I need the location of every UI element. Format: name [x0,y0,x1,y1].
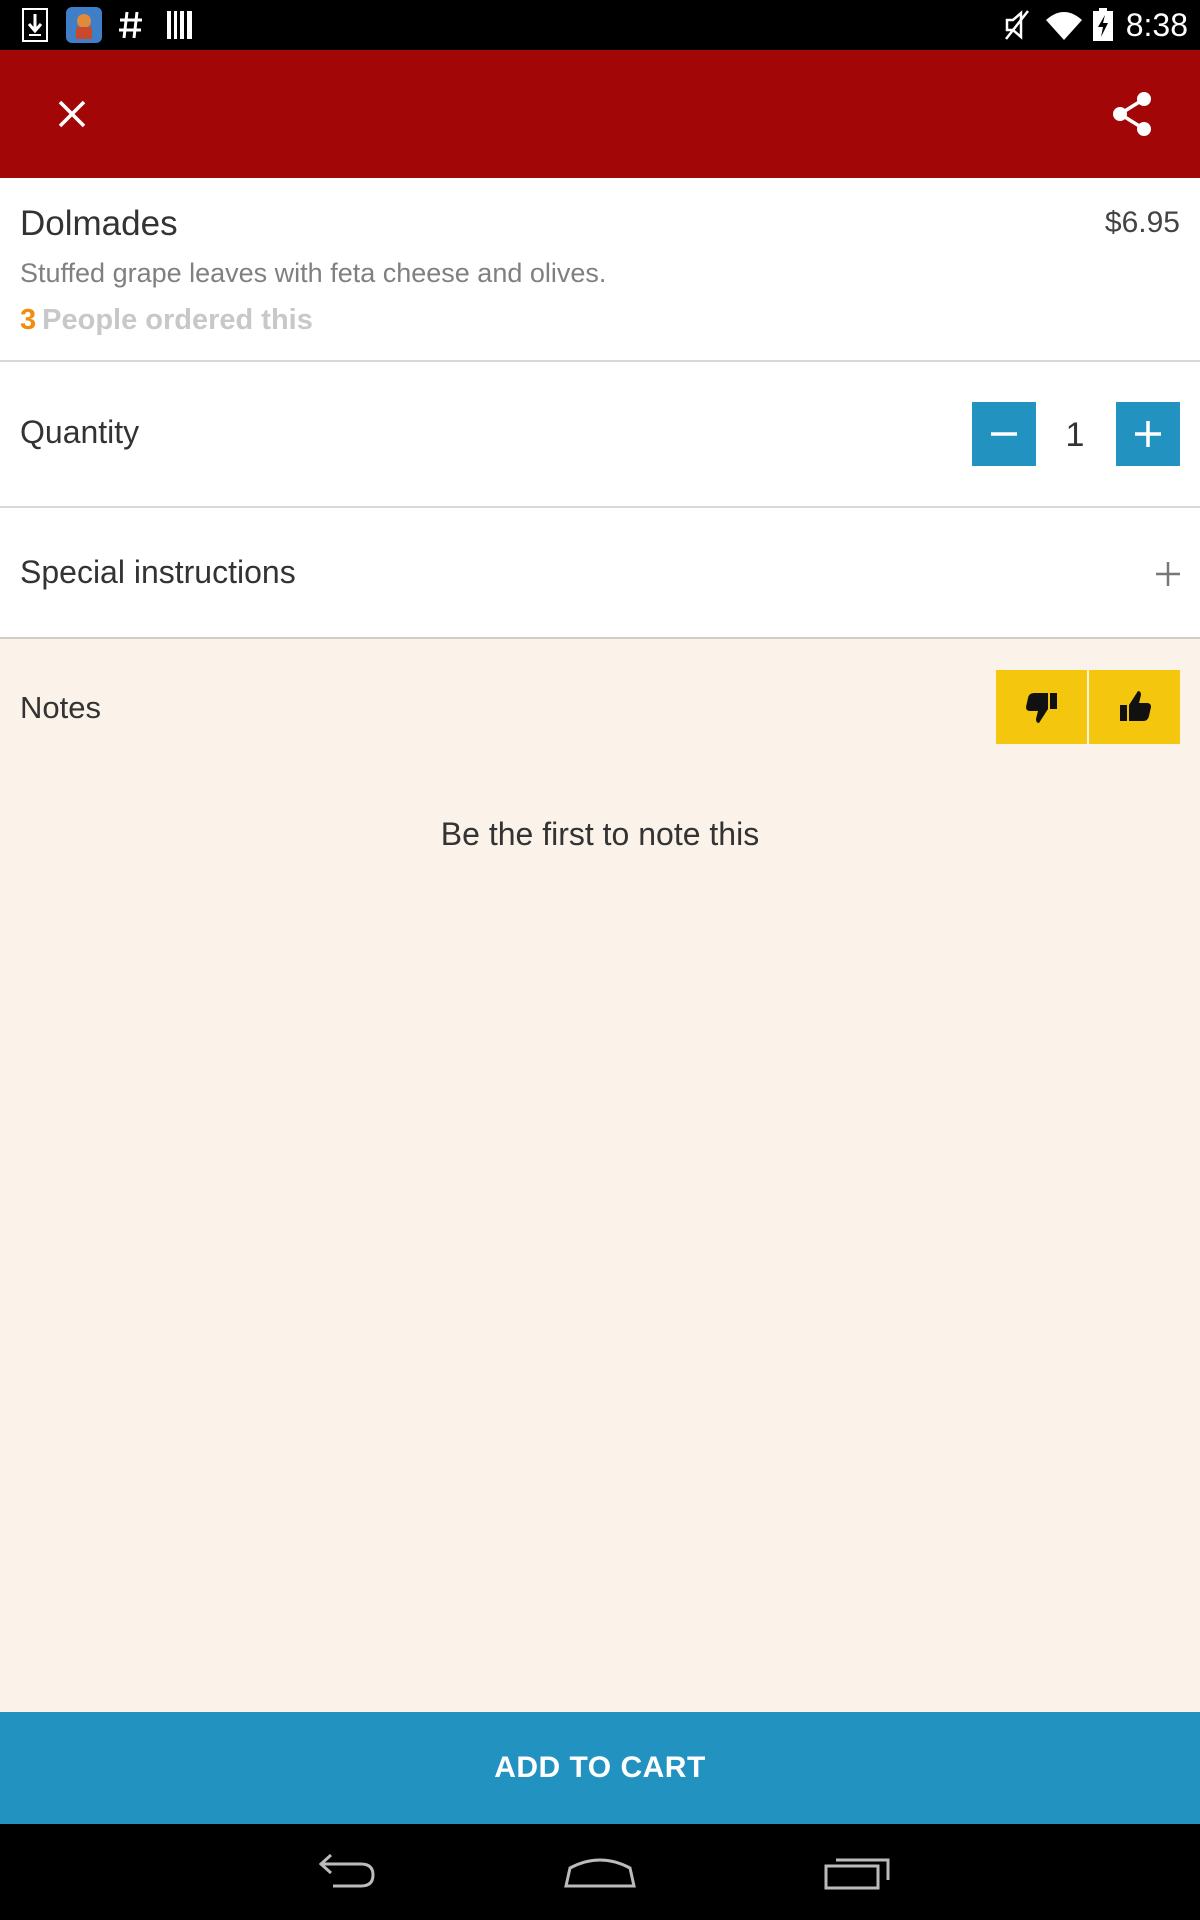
hash-icon [119,11,142,39]
thumbs-up-icon [1119,691,1151,721]
app-bar [0,50,1200,178]
recent-apps-button[interactable] [808,1842,908,1902]
special-instructions-row[interactable]: Special instructions [0,508,1200,639]
ordered-label: People ordered this [42,304,313,336]
item-name: Dolmades [20,204,178,243]
wifi-icon [1046,12,1082,40]
increase-quantity-button[interactable] [1116,402,1180,466]
status-time: 8:38 [1125,7,1188,43]
share-icon [1113,92,1151,136]
thumbs-up-button[interactable] [1089,670,1180,744]
notes-label: Notes [20,690,101,725]
decrease-quantity-button[interactable] [972,402,1036,466]
system-nav-bar [0,1824,1200,1920]
plus-icon [1135,421,1161,447]
battery-charging-icon [1093,8,1113,41]
mute-icon [1005,10,1029,40]
minus-icon [991,432,1017,436]
barcode-icon [167,11,192,39]
quantity-label: Quantity [20,414,140,450]
home-button[interactable] [550,1842,650,1902]
home-icon [564,1858,636,1888]
back-icon [318,1853,375,1888]
quantity-row: Quantity 1 [0,362,1200,508]
item-description: Stuffed grape leaves with feta cheese an… [20,258,607,288]
status-bar: 8:38 [0,0,1200,50]
special-instructions-label: Special instructions [20,554,296,590]
thumbs-down-button[interactable] [996,670,1087,744]
notes-empty-message: Be the first to note this [440,816,760,852]
ordered-count: 3 [20,304,37,336]
thumbs-down-icon [1025,693,1057,723]
ordered-count-line: 3 People ordered this [20,304,313,337]
add-to-cart-label: ADD TO CART [494,1751,706,1784]
app-notification-icon [66,7,102,43]
item-details: Dolmades $6.95 Stuffed grape leaves with… [0,178,1200,362]
recent-apps-icon [824,1858,890,1890]
share-button[interactable] [1090,72,1174,156]
close-icon [58,100,86,128]
close-button[interactable] [30,72,114,156]
expand-plus-icon [1156,562,1180,586]
item-price: $6.95 [1104,206,1180,239]
quantity-value: 1 [1065,416,1085,454]
back-button[interactable] [294,1842,394,1902]
add-to-cart-button[interactable]: ADD TO CART [0,1712,1200,1824]
download-icon [22,8,48,42]
